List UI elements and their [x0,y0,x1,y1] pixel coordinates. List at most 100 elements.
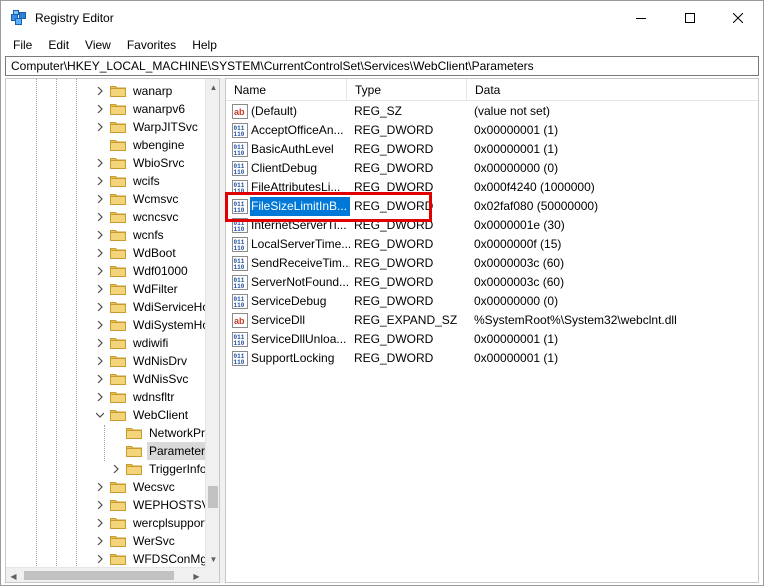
tree-item-label: Wecsvc [133,480,175,494]
tree-item-webclient[interactable]: WebClient [94,406,190,424]
chevron-right-icon[interactable] [94,262,106,280]
value-row[interactable]: 011 110 LocalServerTime... REG_DWORD 0x00000… [226,235,758,254]
column-header-name[interactable]: Name [226,79,347,101]
value-row[interactable]: 011 110 BasicAuthLevel REG_DWORD 0x00000001 … [226,140,758,159]
value-row[interactable]: 011 110 SupportLocking REG_DWORD 0x00000001 … [226,349,758,368]
tree-item-triggerinfo[interactable]: TriggerInfo [110,460,209,478]
chevron-right-icon[interactable] [94,496,106,514]
tree-item-wersvc[interactable]: WerSvc [94,532,177,550]
value-row[interactable]: 011 110 FileSizeLimitInB... REG_DWORD 0x02fa… [226,197,758,216]
tree-item-parameters[interactable]: Parameters [110,442,214,460]
tree-item-wdisystemho[interactable]: WdiSystemHo [94,316,211,334]
value-data: 0x00000000 (0) [474,161,559,175]
tree-item-wanarpv6[interactable]: wanarpv6 [94,100,187,118]
tree-item-wcifs[interactable]: wcifs [94,172,162,190]
tree-item-wdiserviceho[interactable]: WdiServiceHo [94,298,211,316]
chevron-right-icon[interactable] [94,280,106,298]
tree-item-wbengine[interactable]: wbengine [94,136,186,154]
chevron-right-icon[interactable] [94,298,106,316]
tree-item-label: Wcmsvc [133,192,179,206]
tree-item-wdiwifi[interactable]: wdiwifi [94,334,170,352]
value-row[interactable]: 011 110 ServiceDllUnloa... REG_DWORD 0x00000… [226,330,758,349]
value-type: REG_DWORD [354,123,434,137]
chevron-right-icon[interactable] [94,208,106,226]
tree-item-wcmsvc[interactable]: Wcmsvc [94,190,180,208]
tree-item-warpjitsvc[interactable]: WarpJITSvc [94,118,200,136]
tree-vertical-scroll-thumb[interactable] [208,486,218,508]
tree-item-wdboot[interactable]: WdBoot [94,244,178,262]
chevron-right-icon[interactable] [94,154,106,172]
tree-item-wdnsfltr[interactable]: wdnsfltr [94,388,176,406]
chevron-right-icon[interactable] [94,244,106,262]
svg-text:110: 110 [234,302,245,309]
tree-item-wcnfs[interactable]: wcnfs [94,226,166,244]
tree-horizontal-scroll-thumb[interactable] [24,571,174,580]
scroll-down-arrow-icon[interactable]: ▼ [206,551,219,567]
tree-item-wcncsvc[interactable]: wcncsvc [94,208,180,226]
address-bar[interactable]: Computer\HKEY_LOCAL_MACHINE\SYSTEM\Curre… [5,56,759,76]
value-name: ClientDebug [251,161,318,175]
value-type: REG_DWORD [354,332,434,346]
binary-value-icon: 011 110 [232,142,248,157]
tree-item-wanarp[interactable]: wanarp [94,82,174,100]
chevron-right-icon[interactable] [94,388,106,406]
chevron-down-icon[interactable] [94,406,106,424]
chevron-right-icon[interactable] [94,118,106,136]
scroll-up-arrow-icon[interactable]: ▲ [206,79,219,95]
chevron-right-icon[interactable] [94,226,106,244]
chevron-right-icon[interactable] [94,190,106,208]
menu-view[interactable]: View [77,35,119,55]
chevron-right-icon[interactable] [94,532,106,550]
values-list-pane[interactable]: Name Type Data ab (Default) REG_SZ (value n… [225,78,759,583]
value-row[interactable]: 011 110 SendReceiveTim... REG_DWORD 0x000000… [226,254,758,273]
value-row[interactable]: ab (Default) REG_SZ (value not set) [226,102,758,121]
menu-favorites[interactable]: Favorites [119,35,184,55]
tree-item-wfdsconmgr[interactable]: WFDSConMgr [94,550,213,568]
tree-guide-line [104,425,105,461]
value-row[interactable]: 011 110 InternetServerTi... REG_DWORD 0x0000… [226,216,758,235]
chevron-right-icon[interactable] [94,352,106,370]
tree-vertical-scrollbar[interactable]: ▲ ▼ [205,79,219,568]
close-button[interactable] [715,1,760,35]
maximize-button[interactable] [667,1,712,35]
chevron-right-icon[interactable] [94,316,106,334]
menu-edit[interactable]: Edit [40,35,77,55]
value-row[interactable]: 011 110 AcceptOfficeAn... REG_DWORD 0x000000… [226,121,758,140]
tree-item-networkpro[interactable]: NetworkPro [110,424,214,442]
chevron-right-icon[interactable] [94,370,106,388]
tree-item-wdnisdrv[interactable]: WdNisDrv [94,352,189,370]
value-row[interactable]: 011 110 FileAttributesLi... REG_DWORD 0x000f… [226,178,758,197]
chevron-right-icon[interactable] [94,100,106,118]
svg-text:110: 110 [234,169,245,176]
chevron-right-icon[interactable] [94,478,106,496]
scroll-left-arrow-icon[interactable]: ◀ [6,568,21,582]
svg-text:110: 110 [234,245,245,252]
tree-item-wephostsvc[interactable]: WEPHOSTSVC [94,496,219,514]
tree-guide-line [76,79,77,568]
tree-item-wbiosrvc[interactable]: WbioSrvc [94,154,186,172]
scroll-right-arrow-icon[interactable]: ▶ [189,568,204,582]
minimize-button[interactable] [618,1,663,35]
chevron-right-icon[interactable] [94,550,106,568]
chevron-right-icon[interactable] [94,82,106,100]
chevron-right-icon[interactable] [94,514,106,532]
menu-file[interactable]: File [5,35,40,55]
tree-horizontal-scrollbar[interactable]: ◀ ▶ [6,567,205,582]
tree-item-wdfilter[interactable]: WdFilter [94,280,180,298]
tree-item-wecsvc[interactable]: Wecsvc [94,478,177,496]
value-row[interactable]: 011 110 ClientDebug REG_DWORD 0x00000000 (0) [226,159,758,178]
chevron-right-icon[interactable] [110,460,122,478]
value-row[interactable]: 011 110 ServiceDebug REG_DWORD 0x00000000 (0… [226,292,758,311]
value-data: 0x00000001 (1) [474,332,559,346]
tree-item-wdf01000[interactable]: Wdf01000 [94,262,190,280]
value-row[interactable]: ab ServiceDll REG_EXPAND_SZ %SystemRoot%\Sy… [226,311,758,330]
column-header-data[interactable]: Data [467,79,758,101]
key-tree-pane[interactable]: wanarp wanarpv6 WarpJITSvc wbengine WbioSrvc… [5,78,220,583]
chevron-right-icon[interactable] [94,334,106,352]
tree-item-wercplsupport[interactable]: wercplsupport [94,514,210,532]
column-header-type[interactable]: Type [347,79,467,101]
menu-help[interactable]: Help [184,35,225,55]
tree-item-wdnissvc[interactable]: WdNisSvc [94,370,190,388]
value-row[interactable]: 011 110 ServerNotFound... REG_DWORD 0x000000… [226,273,758,292]
chevron-right-icon[interactable] [94,172,106,190]
